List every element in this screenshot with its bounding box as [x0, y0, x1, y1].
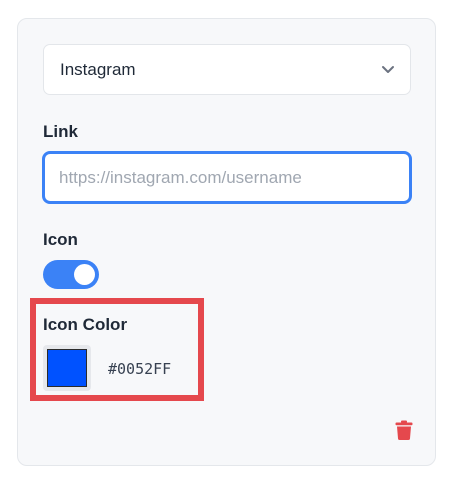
social-link-card: Instagram Link Icon Icon Color #0052FF [17, 18, 436, 466]
platform-select-value: Instagram [60, 59, 136, 79]
icon-label: Icon [43, 230, 78, 249]
color-picker[interactable] [43, 345, 91, 391]
color-hex-value: #0052FF [108, 360, 172, 378]
icon-toggle[interactable] [43, 260, 99, 289]
chevron-down-icon [382, 66, 394, 73]
icon-color-label: Icon Color [43, 315, 128, 334]
trash-icon[interactable] [395, 420, 413, 440]
link-input[interactable] [42, 151, 412, 204]
toggle-knob [74, 264, 95, 285]
color-swatch [47, 349, 87, 387]
platform-select[interactable]: Instagram [43, 44, 411, 95]
link-label: Link [43, 122, 78, 141]
